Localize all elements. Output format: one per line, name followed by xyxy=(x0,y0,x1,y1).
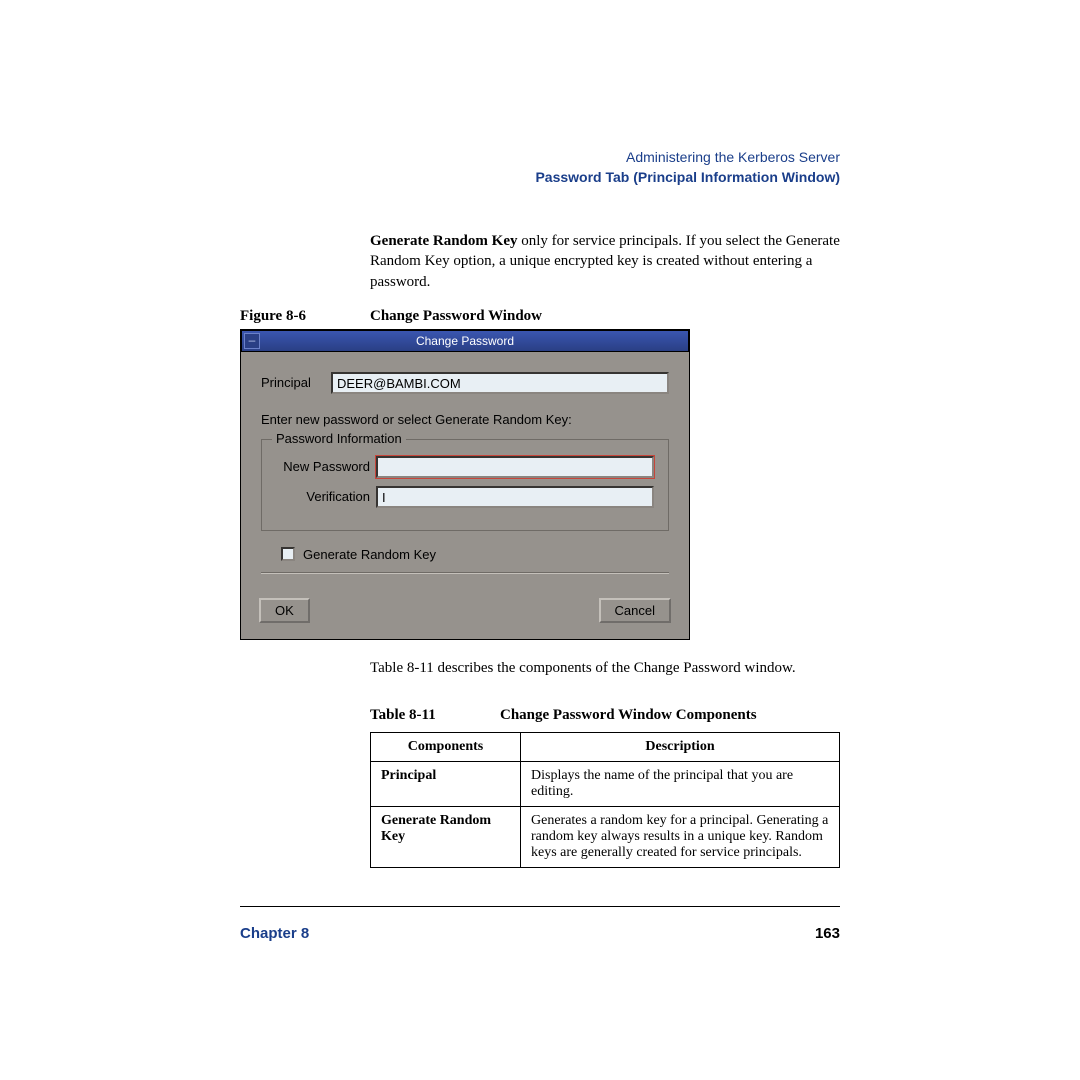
principal-label: Principal xyxy=(261,375,331,390)
table-number: Table 8-11 xyxy=(370,707,500,724)
change-password-window: – Change Password Principal DEER@BAMBI.C… xyxy=(240,329,690,640)
generate-random-key-label: Generate Random Key xyxy=(303,547,436,562)
table-header-row: Components Description xyxy=(371,732,840,761)
password-prompt: Enter new password or select Generate Ra… xyxy=(261,412,669,427)
table-cell-description: Generates a random key for a principal. … xyxy=(521,806,840,867)
page-footer: Chapter 8 163 xyxy=(240,906,840,942)
table-row: Generate Random Key Generates a random k… xyxy=(371,806,840,867)
table-row: Principal Displays the name of the princ… xyxy=(371,761,840,806)
window-menu-icon[interactable]: – xyxy=(244,333,260,349)
new-password-field[interactable] xyxy=(376,456,654,478)
body-paragraph: Generate Random Key only for service pri… xyxy=(240,231,840,292)
generate-random-key-checkbox[interactable] xyxy=(281,547,295,561)
table-cell-component: Principal xyxy=(371,761,521,806)
footer-page-number: 163 xyxy=(815,925,840,942)
separator xyxy=(261,572,669,574)
window-title: Change Password xyxy=(416,334,514,348)
after-figure-paragraph: Table 8-11 describes the components of t… xyxy=(240,660,840,677)
table-cell-component: Generate Random Key xyxy=(371,806,521,867)
verification-field[interactable]: I xyxy=(376,486,654,508)
header-breadcrumb: Administering the Kerberos Server xyxy=(240,148,840,168)
password-information-group: Password Information New Password Verifi… xyxy=(261,439,669,531)
components-table: Components Description Principal Display… xyxy=(370,732,840,868)
figure-number: Figure 8-6 xyxy=(240,308,370,325)
group-legend: Password Information xyxy=(272,431,406,446)
table-header-components: Components xyxy=(371,732,521,761)
footer-chapter: Chapter 8 xyxy=(240,925,309,942)
figure-title: Change Password Window xyxy=(370,308,542,325)
table-cell-description: Displays the name of the principal that … xyxy=(521,761,840,806)
table-header-description: Description xyxy=(521,732,840,761)
verification-label: Verification xyxy=(276,489,376,504)
principal-field[interactable]: DEER@BAMBI.COM xyxy=(331,372,669,394)
cancel-button[interactable]: Cancel xyxy=(599,598,671,623)
ok-button[interactable]: OK xyxy=(259,598,310,623)
para-bold: Generate Random Key xyxy=(370,233,517,249)
table-title: Change Password Window Components xyxy=(500,707,757,724)
new-password-label: New Password xyxy=(276,459,376,474)
header-section: Password Tab (Principal Information Wind… xyxy=(240,168,840,188)
window-titlebar[interactable]: – Change Password xyxy=(241,330,689,352)
